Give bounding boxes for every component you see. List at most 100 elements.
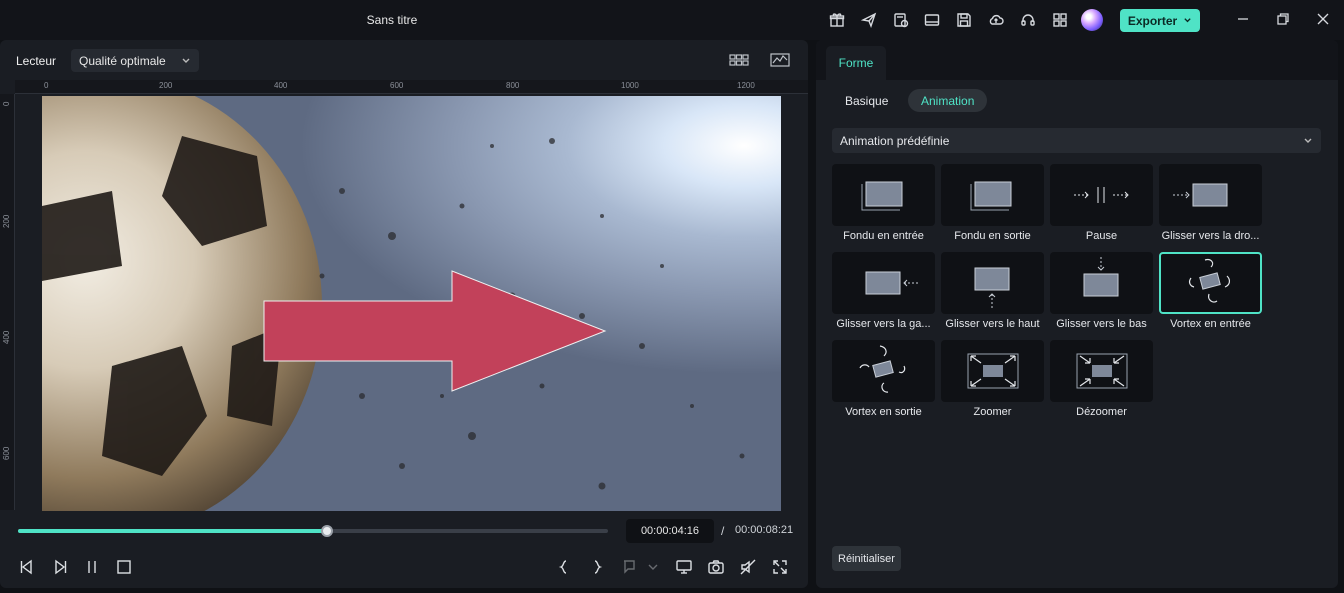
animation-label: Zoomer — [973, 406, 1012, 418]
grid-view-icon[interactable] — [729, 52, 749, 68]
animation-slide-left[interactable]: Glisser vers la ga... — [832, 252, 935, 336]
player-panel: Lecteur Qualité optimale 0 200 400 600 8… — [0, 40, 808, 588]
ruler-label: 600 — [2, 446, 11, 460]
display-monitor-icon[interactable] — [675, 558, 695, 576]
animation-thumbnail — [941, 340, 1044, 402]
ruler-label: 400 — [274, 81, 288, 90]
animation-thumbnail — [832, 340, 935, 402]
window-title: Sans titre — [366, 13, 418, 27]
marker-icon[interactable] — [620, 558, 640, 576]
cloud-icon[interactable] — [987, 11, 1005, 29]
animation-thumbnail — [1159, 252, 1262, 314]
animation-thumbnail — [941, 252, 1044, 314]
animation-label: Glisser vers le bas — [1056, 318, 1147, 330]
close-button[interactable] — [1316, 12, 1332, 28]
previous-frame-button[interactable] — [18, 558, 38, 576]
animation-thumbnail — [1159, 164, 1262, 226]
doc-clock-icon[interactable] — [892, 11, 910, 29]
headset-icon[interactable] — [1019, 11, 1037, 29]
next-frame-button[interactable] — [51, 558, 71, 576]
chevron-down-icon[interactable] — [645, 558, 665, 576]
apps-grid-icon[interactable] — [1051, 11, 1069, 29]
minimize-button[interactable] — [1236, 12, 1252, 28]
ruler-label: 1200 — [737, 81, 755, 90]
animation-vortex-in[interactable]: Vortex en entrée — [1159, 252, 1262, 336]
animation-thumbnail — [1050, 164, 1153, 226]
animation-label: Glisser vers la ga... — [836, 318, 931, 330]
quality-value: Qualité optimale — [79, 53, 166, 68]
scrubber-handle[interactable] — [320, 525, 333, 537]
ruler-label: 800 — [506, 81, 520, 90]
reset-button[interactable]: Réinitialiser — [832, 546, 901, 571]
ruler-label: 600 — [390, 81, 404, 90]
properties-panel: Forme Basique Animation Animation prédéf… — [816, 40, 1338, 588]
title-bar: Sans titre Exporter — [0, 0, 1344, 40]
playback-scrubber[interactable] — [18, 525, 608, 537]
ruler-label: 400 — [2, 330, 11, 344]
animation-label: Glisser vers le haut — [945, 318, 1040, 330]
animation-label: Fondu en entrée — [843, 230, 924, 242]
animation-thumbnail — [941, 164, 1044, 226]
chevron-down-icon — [182, 58, 190, 63]
layout-icon[interactable] — [923, 11, 941, 29]
ruler-label: 200 — [2, 214, 11, 228]
scope-chart-icon[interactable] — [770, 52, 790, 68]
animation-slide-right[interactable]: Glisser vers la dro... — [1159, 164, 1262, 248]
ruler-label: 0 — [44, 81, 49, 90]
animation-zoom-out[interactable]: Dézoomer — [1050, 340, 1153, 424]
animation-zoom-in[interactable]: Zoomer — [941, 340, 1044, 424]
ruler-label: 0 — [2, 101, 11, 106]
animation-pause[interactable]: Pause — [1050, 164, 1153, 248]
subtab-animation[interactable]: Animation — [908, 89, 988, 112]
stop-button[interactable] — [115, 558, 135, 576]
animation-thumbnail — [1050, 252, 1153, 314]
animation-label: Pause — [1085, 230, 1118, 242]
video-preview[interactable] — [42, 96, 781, 511]
animation-fade-out[interactable]: Fondu en sortie — [941, 164, 1044, 248]
audio-mute-icon[interactable] — [739, 558, 759, 576]
preset-select-value: Animation prédéfinie — [840, 133, 950, 148]
horizontal-ruler: 0 200 400 600 800 1000 1200 — [15, 80, 808, 94]
animation-label: Vortex en entrée — [1170, 318, 1251, 330]
ruler-label: 200 — [159, 81, 173, 90]
animation-label: Glisser vers la dro... — [1161, 230, 1260, 242]
scrubber-progress — [18, 529, 327, 533]
animation-fade-in[interactable]: Fondu en entrée — [832, 164, 935, 248]
total-time: 00:00:08:21 — [735, 524, 794, 536]
subtab-basique[interactable]: Basique — [832, 89, 901, 112]
vertical-ruler: 0 200 400 600 — [0, 94, 15, 510]
animation-vortex-out[interactable]: Vortex en sortie — [832, 340, 935, 424]
player-label: Lecteur — [16, 54, 57, 68]
tab-forme[interactable]: Forme — [826, 46, 886, 80]
send-icon[interactable] — [860, 11, 878, 29]
animation-slide-down[interactable]: Glisser vers le bas — [1050, 252, 1153, 336]
ai-assistant-avatar[interactable] — [1081, 9, 1103, 31]
gift-icon[interactable] — [828, 11, 846, 29]
restore-button[interactable] — [1276, 12, 1292, 28]
ruler-label: 1000 — [621, 81, 639, 90]
animation-label: Vortex en sortie — [845, 406, 922, 418]
quality-select[interactable]: Qualité optimale — [71, 49, 199, 72]
animation-slide-up[interactable]: Glisser vers le haut — [941, 252, 1044, 336]
fullscreen-icon[interactable] — [771, 558, 791, 576]
time-separator: / — [721, 524, 725, 538]
snapshot-camera-icon[interactable] — [707, 558, 727, 576]
animation-label: Dézoomer — [1076, 406, 1127, 418]
red-arrow-shape[interactable] — [263, 270, 607, 392]
preview-overlay — [42, 136, 745, 490]
animation-thumbnail — [832, 252, 935, 314]
mark-in-button[interactable] — [555, 558, 575, 576]
panel-tab-bar: Forme — [816, 40, 1338, 80]
export-button[interactable]: Exporter — [1120, 9, 1200, 32]
chevron-down-icon — [1304, 138, 1312, 143]
animation-thumbnail — [832, 164, 935, 226]
save-icon[interactable] — [955, 11, 973, 29]
mark-out-button[interactable] — [588, 558, 608, 576]
animation-preset-select[interactable]: Animation prédéfinie — [832, 128, 1321, 153]
pause-button[interactable] — [83, 558, 103, 576]
animation-label: Fondu en sortie — [954, 230, 1031, 242]
export-label: Exporter — [1127, 13, 1178, 28]
current-time[interactable]: 00:00:04:16 — [626, 519, 714, 543]
animation-thumbnail — [1050, 340, 1153, 402]
chevron-down-icon — [1184, 18, 1191, 23]
